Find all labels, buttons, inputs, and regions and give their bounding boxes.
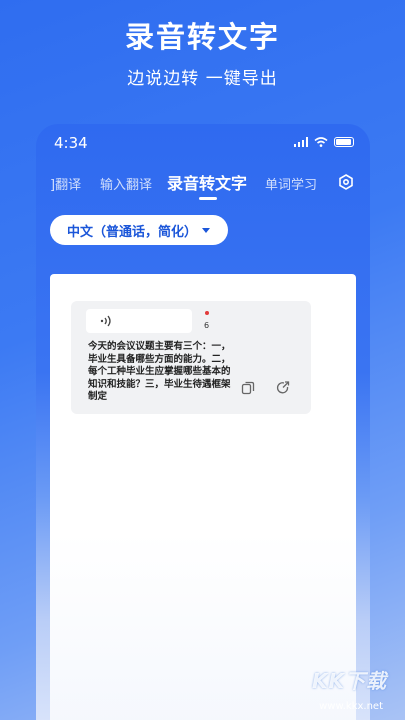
recording-count: 6 — [204, 321, 210, 330]
battery-icon — [334, 137, 354, 147]
watermark-url: www.kkx.net — [319, 701, 383, 712]
settings-icon[interactable] — [338, 174, 354, 190]
tab-word-learning[interactable]: 单词学习 — [265, 174, 317, 193]
tab-voice-to-text[interactable]: 录音转文字 — [167, 170, 247, 194]
status-bar: 4:34 — [36, 124, 370, 160]
tab-bar: ]翻译 输入翻译 录音转文字 单词学习 — [36, 168, 370, 200]
wifi-icon — [314, 137, 328, 147]
watermark-logo: KK下载 — [312, 669, 387, 693]
chevron-down-icon — [202, 228, 210, 233]
tab-translate[interactable]: ]翻译 — [50, 174, 81, 193]
sound-wave-icon — [100, 315, 111, 327]
active-tab-indicator — [199, 197, 217, 200]
transcript-note-card[interactable]: 6 今天的会议议题主要有三个：一，毕业生具备哪些方面的能力。二，每个工种毕业生应… — [71, 301, 311, 414]
tab-input-translate[interactable]: 输入翻译 — [100, 174, 152, 193]
export-icon[interactable] — [276, 381, 290, 395]
copy-icon[interactable] — [241, 381, 255, 395]
status-time: 4:34 — [54, 134, 88, 152]
promo-headline: 录音转文字 — [124, 20, 280, 54]
transcript-text: 今天的会议议题主要有三个：一，毕业生具备哪些方面的能力。二，每个工种毕业生应掌握… — [88, 341, 231, 402]
phone-screen: 4:34 ]翻译 输入翻译 录音转文字 单词学习 中文（普通话，简化） 6 今天… — [36, 124, 370, 720]
recording-indicator-dot — [205, 311, 209, 315]
language-select[interactable]: 中文（普通话，简化） — [50, 215, 228, 245]
status-icons — [294, 137, 354, 147]
transcript-area: 6 今天的会议议题主要有三个：一，毕业生具备哪些方面的能力。二，每个工种毕业生应… — [50, 274, 356, 720]
signal-icon — [294, 137, 308, 147]
promo-subline: 边说边转 一键导出 — [127, 69, 278, 89]
watermark: KK下载 www.kkx.net — [287, 662, 395, 716]
audio-playback-pill[interactable] — [86, 309, 192, 333]
language-select-value: 中文（普通话，简化） — [67, 224, 198, 240]
